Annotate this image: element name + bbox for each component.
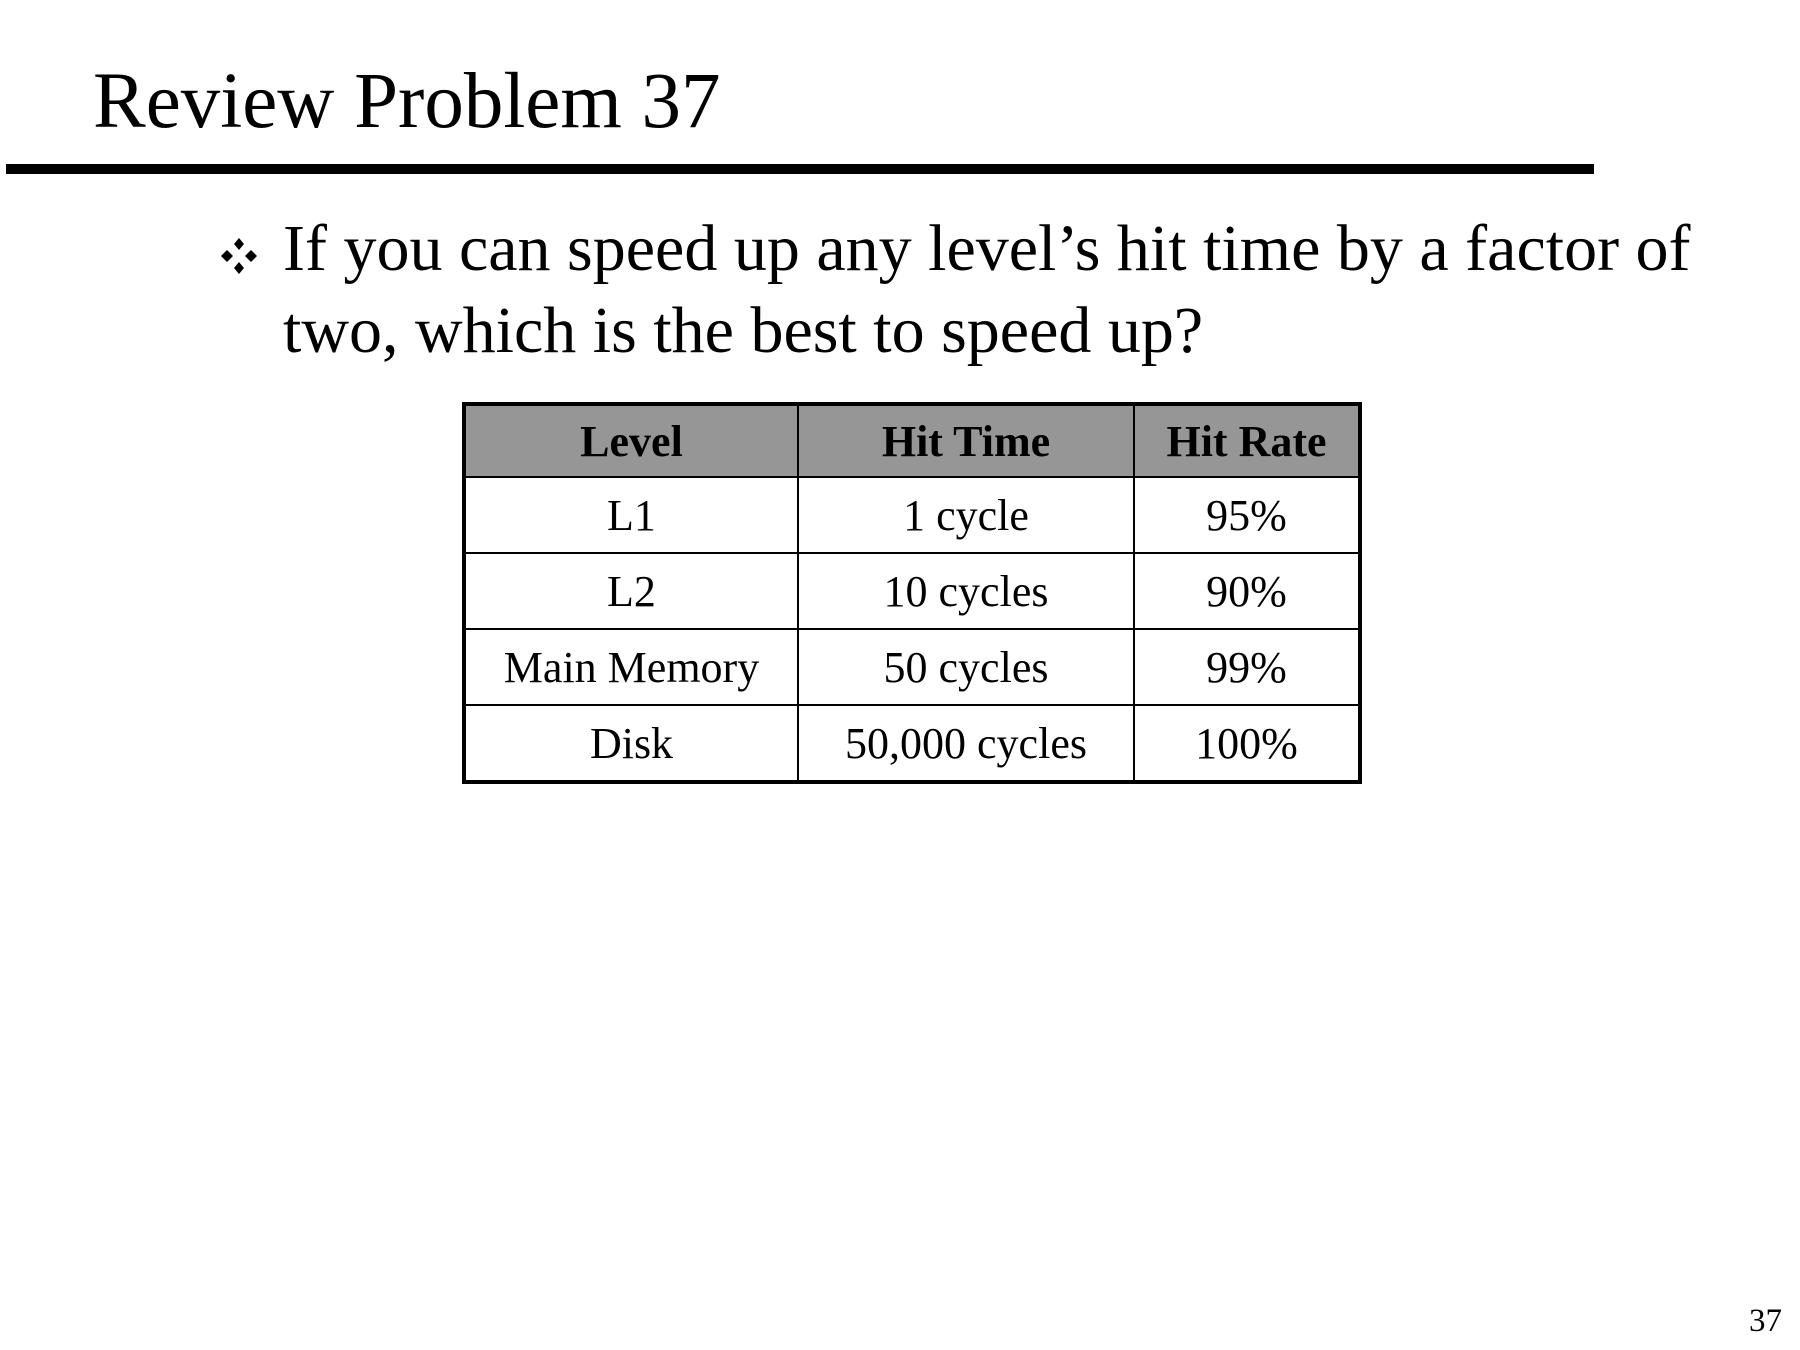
table-header-row: Level Hit Time Hit Rate <box>463 403 1361 478</box>
level-cell: L1 <box>463 476 799 554</box>
column-header-hit-rate: Hit Rate <box>1133 403 1361 478</box>
slide-title: Review Problem 37 <box>93 58 721 145</box>
cache-levels-table: Level Hit Time Hit Rate L1 1 cycle 95% L… <box>462 402 1362 784</box>
table-row: Disk 50,000 cycles 100% <box>463 704 1361 783</box>
table-row: L1 1 cycle 95% <box>463 476 1361 554</box>
hit-time-cell: 50 cycles <box>797 628 1135 706</box>
hit-rate-cell: 100% <box>1133 704 1361 783</box>
hit-rate-cell: 95% <box>1133 476 1361 554</box>
page-number: 37 <box>1749 1303 1782 1339</box>
diamond-cluster-icon <box>221 238 257 274</box>
table-row: L2 10 cycles 90% <box>463 552 1361 630</box>
bullet-text: If you can speed up any level’s hit time… <box>283 212 1691 367</box>
hit-time-cell: 50,000 cycles <box>797 704 1135 783</box>
column-header-level: Level <box>463 403 799 478</box>
table-row: Main Memory 50 cycles 99% <box>463 628 1361 706</box>
level-cell: Main Memory <box>463 628 799 706</box>
level-cell: L2 <box>463 552 799 630</box>
column-header-hit-time: Hit Time <box>797 403 1135 478</box>
hit-rate-cell: 90% <box>1133 552 1361 630</box>
hit-time-cell: 10 cycles <box>797 552 1135 630</box>
title-underline <box>6 164 1594 174</box>
hit-rate-cell: 99% <box>1133 628 1361 706</box>
hit-time-cell: 1 cycle <box>797 476 1135 554</box>
level-cell: Disk <box>463 704 799 783</box>
